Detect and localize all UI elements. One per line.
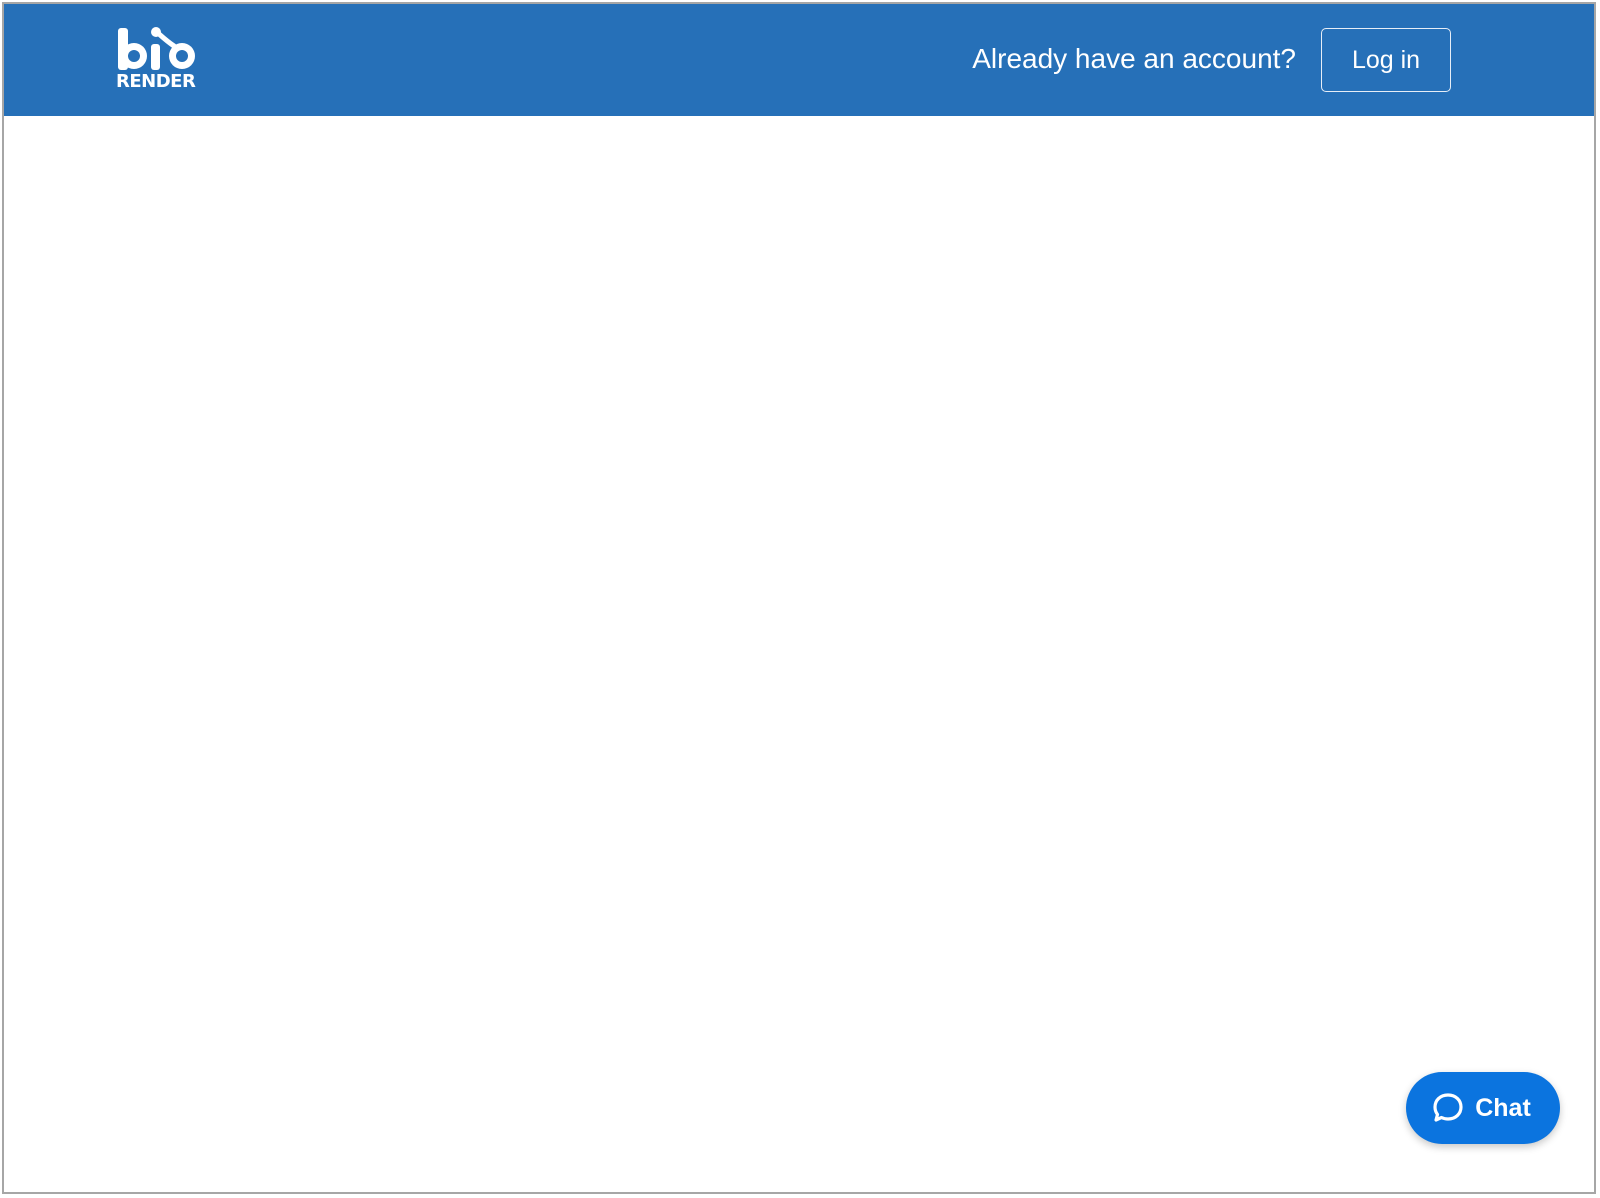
logo-wordmark: RENDER [116, 71, 196, 92]
top-header: RENDER Already have an account? Log in [4, 4, 1594, 116]
chat-bubble-icon [1433, 1093, 1463, 1122]
main-content-area [4, 116, 1594, 1192]
biorender-logo-icon [118, 27, 195, 70]
chat-button[interactable]: Chat [1406, 1072, 1560, 1144]
browser-viewport: RENDER Already have an account? Log in C… [2, 2, 1596, 1194]
account-prompt-text: Already have an account? [972, 43, 1296, 74]
chat-button-label: Chat [1475, 1093, 1531, 1122]
biorender-logo[interactable]: RENDER [116, 24, 206, 98]
login-button[interactable]: Log in [1321, 28, 1451, 92]
